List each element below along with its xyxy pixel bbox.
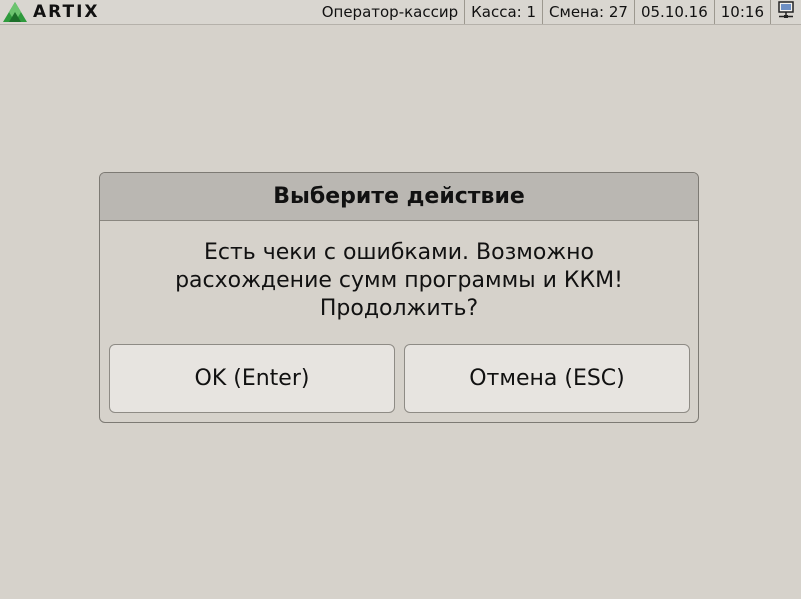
artix-triangle-logo-icon xyxy=(3,2,27,22)
dialog-title: Выберите действие xyxy=(273,184,525,209)
shift-number: Смена: 27 xyxy=(543,0,635,24)
message-line: расхождение сумм программы и ККМ! xyxy=(175,268,623,293)
ok-button[interactable]: OK (Enter) xyxy=(109,344,395,413)
status-fields: Оператор-кассир Касса: 1 Смена: 27 05.10… xyxy=(322,0,801,24)
kassa-number: Касса: 1 xyxy=(465,0,544,24)
top-status-bar: ARTIX Оператор-кассир Касса: 1 Смена: 27… xyxy=(0,0,801,25)
network-computer-icon[interactable] xyxy=(776,0,796,24)
logo-text: ARTIX xyxy=(33,2,100,22)
action-dialog: Выберите действие Есть чеки с ошибками. … xyxy=(99,172,699,423)
current-date: 05.10.16 xyxy=(635,0,715,24)
dialog-message: Есть чеки с ошибками. Возможно расхожден… xyxy=(100,239,698,323)
dialog-header: Выберите действие xyxy=(100,173,698,221)
app-logo: ARTIX xyxy=(3,2,100,22)
current-time: 10:16 xyxy=(715,0,771,24)
operator-role: Оператор-кассир xyxy=(322,0,466,24)
cancel-button[interactable]: Отмена (ESC) xyxy=(404,344,690,413)
message-line: Есть чеки с ошибками. Возможно xyxy=(203,240,595,265)
dialog-buttons: OK (Enter) Отмена (ESC) xyxy=(109,344,690,413)
message-line: Продолжить? xyxy=(319,296,479,321)
network-status[interactable] xyxy=(771,0,801,24)
